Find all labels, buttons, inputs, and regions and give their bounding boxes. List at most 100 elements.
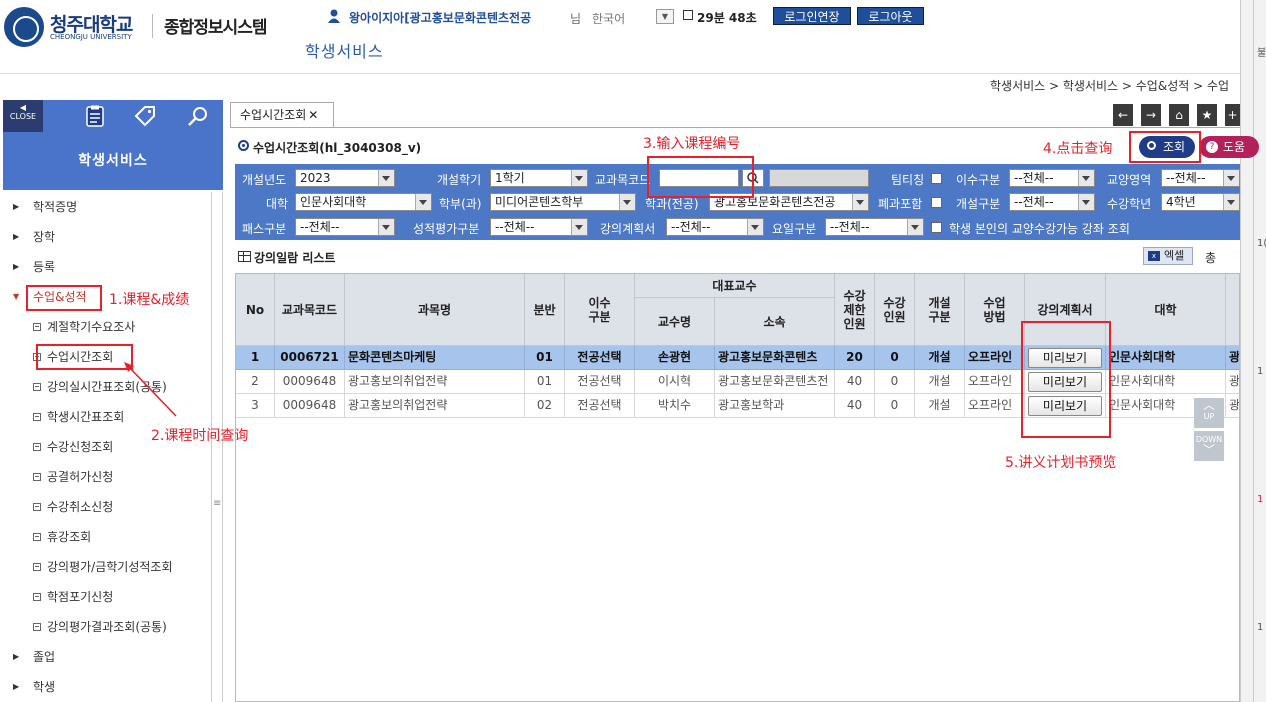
department-select[interactable]: 미디어콘텐츠학부 — [490, 193, 636, 211]
dropdown-arrow-icon — [575, 176, 583, 181]
document-icon — [33, 593, 41, 601]
document-icon — [33, 443, 41, 451]
home-icon[interactable]: ⌂ — [1169, 104, 1189, 126]
chevron-right-icon: ▶ — [13, 232, 20, 241]
col-header-completion: 이수 구분 — [565, 274, 635, 346]
cell-section: 01 — [525, 370, 565, 394]
search-icon[interactable] — [186, 104, 210, 128]
sidebar-item-label: 학적증명 — [33, 200, 78, 214]
arrow-right-icon[interactable]: → — [1141, 104, 1161, 126]
dropdown-arrow-icon — [1082, 176, 1090, 181]
sidebar-subitem[interactable]: 수강취소신청 — [3, 492, 211, 522]
closed-dept-checkbox[interactable] — [931, 197, 942, 208]
close-icon[interactable]: ✕ — [308, 108, 318, 122]
cell-no: 2 — [236, 370, 275, 394]
right-scroll-strip: 불 1( 1 1 1 — [1240, 0, 1266, 702]
sidebar-item-scholarship[interactable]: ▶ 장학 — [3, 222, 211, 252]
clipboard-icon[interactable] — [83, 104, 107, 128]
sidebar-subitem-label: 학점포기신청 — [47, 590, 114, 604]
completion-type-select[interactable]: --전체-- — [1009, 169, 1095, 187]
sidebar-subitem[interactable]: 강의평가결과조회(공통) — [3, 612, 211, 642]
sidebar-subitem-label: 강의평가/금학기성적조회 — [47, 560, 173, 574]
dropdown-arrow-icon — [382, 225, 390, 230]
star-icon[interactable]: ★ — [1197, 104, 1217, 126]
sidebar-item-student[interactable]: ▶ 학생 — [3, 672, 211, 702]
annotation-step3: 3.输入课程编号 — [643, 136, 741, 152]
sidebar-item-label: 등록 — [33, 260, 56, 274]
sidebar-close-button[interactable]: ◀ CLOSE — [3, 100, 43, 132]
course-name-display — [769, 169, 869, 187]
logout-button[interactable]: 로그아웃 — [857, 7, 924, 25]
sidebar-resize-handle[interactable]: ≡ — [213, 498, 221, 509]
cell-enrolled: 0 — [875, 346, 915, 370]
cell-method: 오프라인 — [965, 394, 1025, 418]
tag-icon[interactable] — [133, 104, 157, 128]
strip-text: 1 — [1257, 494, 1264, 505]
sidebar-subitem-label: 휴강조회 — [47, 530, 92, 544]
scroll-down-button[interactable]: DOWN ﹀ — [1194, 431, 1224, 461]
cell-affiliation: 광고홍보문화콘텐츠전 — [715, 370, 835, 394]
col-header-section: 분반 — [525, 274, 565, 346]
strip-text: 1( — [1257, 238, 1266, 249]
arrow-left-icon[interactable]: ← — [1113, 104, 1133, 126]
plus-icon[interactable]: + — [1225, 104, 1240, 126]
col-header-name: 과목명 — [345, 274, 525, 346]
sidebar-item-certificates[interactable]: ▶ 학적증명 — [3, 192, 211, 222]
university-logo-english: CHEONGJU UNIVERSITY — [50, 33, 132, 41]
year-select[interactable]: 2023 — [295, 169, 395, 187]
cell-college: 인문사회대학 — [1106, 370, 1226, 394]
sidebar-subitem[interactable]: 학점포기신청 — [3, 582, 211, 612]
cell-professor: 박치수 — [635, 394, 715, 418]
section-title: 학생서비스 — [305, 42, 384, 61]
sidebar-subitem[interactable]: 휴강조회 — [3, 522, 211, 552]
col-header-method: 수업 방법 — [965, 274, 1025, 346]
plan-select[interactable]: --전체-- — [666, 218, 764, 236]
college-select[interactable]: 인문사회대학 — [295, 193, 432, 211]
team-teaching-checkbox[interactable] — [931, 173, 942, 184]
sidebar-subitem[interactable]: 공결허가신청 — [3, 462, 211, 492]
annotation-step1: 1.课程&成绩 — [109, 292, 190, 308]
course-code-label: 교과목코드 — [595, 173, 651, 187]
cell-code: 0006721 — [275, 346, 345, 370]
liberal-only-label: 학생 본인의 교양수강가능 강좌 조회 — [949, 222, 1130, 236]
page-title: 수업시간조회(hl_3040308_v) — [253, 141, 422, 155]
close-label: CLOSE — [9, 112, 37, 121]
liberal-area-select[interactable]: --전체-- — [1161, 169, 1240, 187]
sidebar-subitem-label: 계절학기수요조사 — [47, 320, 136, 334]
sidebar-divider — [211, 192, 212, 702]
weekday-select[interactable]: --전체-- — [825, 218, 924, 236]
cell-limit: 20 — [835, 346, 875, 370]
sidebar-subitem[interactable]: 강의평가/금학기성적조회 — [3, 552, 211, 582]
open-type-select[interactable]: --전체-- — [1009, 193, 1095, 211]
sidebar-item-graduation[interactable]: ▶ 졸업 — [3, 642, 211, 672]
annotation-arrow-icon — [124, 362, 177, 417]
pass-type-select[interactable]: --전체-- — [295, 218, 395, 236]
eval-type-select[interactable]: --전체-- — [490, 218, 588, 236]
logo-divider — [152, 14, 153, 38]
semester-select[interactable]: 1학기 — [490, 169, 588, 187]
header-divider — [0, 73, 1240, 74]
cell-name: 문화콘텐츠마케팅 — [345, 346, 525, 370]
grade-select[interactable]: 4학년 — [1161, 193, 1240, 211]
scroll-up-button[interactable]: ︿ UP — [1194, 398, 1224, 428]
liberal-only-checkbox[interactable] — [931, 222, 942, 233]
sidebar-subitem-label: 공결허가신청 — [47, 470, 114, 484]
college-label: 대학 — [266, 197, 289, 211]
help-button[interactable]: ? 도움 — [1199, 136, 1259, 158]
cell-affiliation: 광고홍보학과 — [715, 394, 835, 418]
open-type-label: 개설구분 — [956, 197, 1001, 211]
strip-divider — [1253, 0, 1254, 702]
cell-method: 오프라인 — [965, 370, 1025, 394]
excel-export-button[interactable]: x 엑셀 — [1143, 247, 1193, 265]
dropdown-arrow-icon — [751, 225, 759, 230]
tab-class-time[interactable]: 수업시간조회 ✕ — [230, 102, 334, 128]
col-header-open-type: 개설 구분 — [915, 274, 965, 346]
tab-label: 수업시간조회 — [240, 108, 307, 122]
document-icon — [33, 503, 41, 511]
sidebar-item-registration[interactable]: ▶ 등록 — [3, 252, 211, 282]
cell-affiliation: 광고홍보문화콘텐츠 — [715, 346, 835, 370]
sidebar-subitem[interactable]: 계절학기수요조사 — [3, 312, 211, 342]
extend-login-button[interactable]: 로그인연장 — [773, 7, 851, 25]
annotation-box-preview — [1021, 321, 1111, 438]
language-dropdown[interactable]: ▼ — [656, 9, 674, 24]
